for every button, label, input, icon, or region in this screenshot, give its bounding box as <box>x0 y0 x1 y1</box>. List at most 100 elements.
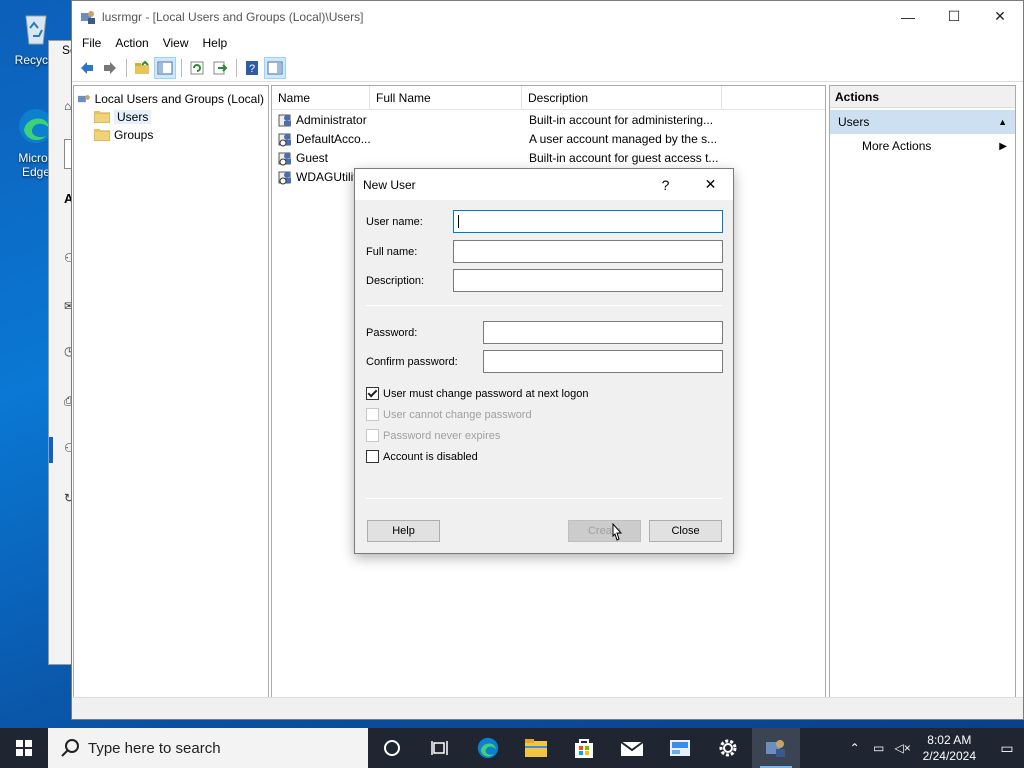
user-description: A user account managed by the s... <box>529 131 718 146</box>
context-help-button[interactable]: ? <box>643 177 688 193</box>
actions-section-label: Users <box>838 115 870 129</box>
list-row-guest[interactable]: Guest Built-in account for guest access … <box>272 148 825 167</box>
system-tray: ⌃ ▭ ◁× 8:02 AM 2/24/2024 ▭ <box>843 728 1024 768</box>
close-window-button[interactable]: ✕ <box>977 1 1023 32</box>
column-description[interactable]: Description <box>522 86 722 109</box>
file-explorer-button[interactable] <box>512 728 560 768</box>
notifications-icon[interactable]: ▭ <box>990 740 1024 757</box>
must-change-password-checkbox[interactable]: User must change password at next logon <box>366 387 588 400</box>
store-button[interactable] <box>560 728 608 768</box>
disabled-user-icon <box>278 152 291 165</box>
user-description: Built-in account for guest access t... <box>529 150 719 165</box>
menu-bar: File Action View Help <box>72 32 1023 54</box>
user-icon <box>278 114 291 126</box>
list-row-administrator[interactable]: Administrator Built-in account for admin… <box>272 110 825 129</box>
taskbar-search-box[interactable]: Type here to search <box>48 728 368 768</box>
console-tree: Local Users and Groups (Local) Users Gro… <box>73 85 269 698</box>
password-never-expires-checkbox[interactable]: Password never expires <box>366 429 500 442</box>
folder-icon <box>94 129 110 141</box>
dialog-close-icon[interactable]: ✕ <box>688 176 733 193</box>
settings-button[interactable] <box>704 728 752 768</box>
tree-root[interactable]: Local Users and Groups (Local) <box>78 90 264 108</box>
show-actions-button[interactable] <box>264 56 286 79</box>
help-dialog-button[interactable]: Help <box>367 520 440 542</box>
task-view-button[interactable] <box>416 728 464 768</box>
new-user-dialog[interactable]: New User ? ✕ User name: Full name: Descr… <box>354 168 734 554</box>
store-icon <box>575 739 593 758</box>
menu-view[interactable]: View <box>157 36 197 50</box>
close-dialog-button[interactable]: Close <box>649 520 722 542</box>
menu-help[interactable]: Help <box>197 36 236 50</box>
show-tree-icon <box>157 61 173 74</box>
status-bar <box>72 697 1023 719</box>
create-button[interactable]: Create <box>568 520 641 542</box>
menu-action[interactable]: Action <box>109 36 156 50</box>
search-placeholder: Type here to search <box>88 739 221 757</box>
settings-icon <box>719 739 737 757</box>
network-icon[interactable]: ▭ <box>867 741 891 755</box>
more-actions-label: More Actions <box>862 139 932 153</box>
dialog-title-bar[interactable]: New User ? ✕ <box>355 169 733 200</box>
svg-text:?: ? <box>249 63 255 75</box>
checkbox-label: User cannot change password <box>383 408 532 421</box>
up-folder-icon <box>135 60 149 74</box>
refresh-button[interactable] <box>186 57 208 79</box>
user-name: Administrator <box>296 112 367 127</box>
tree-item-users[interactable]: Users <box>78 108 264 126</box>
clock-time: 8:02 AM <box>927 733 972 747</box>
description-input[interactable] <box>453 269 723 292</box>
edge-icon <box>477 737 499 759</box>
show-tree-button[interactable] <box>154 56 176 79</box>
user-description: Built-in account for administering... <box>529 112 714 127</box>
actions-pane: Actions Users ▲ More Actions ▶ <box>829 85 1016 698</box>
list-row-defaultaccount[interactable]: DefaultAcco... A user account managed by… <box>272 129 825 148</box>
dialog-divider <box>366 498 722 499</box>
volume-muted-icon[interactable]: ◁× <box>891 741 915 755</box>
column-full-name[interactable]: Full Name <box>370 86 522 109</box>
server-manager-button[interactable] <box>656 728 704 768</box>
up-folder-button[interactable] <box>131 57 153 79</box>
cannot-change-password-checkbox[interactable]: User cannot change password <box>366 408 532 421</box>
more-actions-item[interactable]: More Actions ▶ <box>830 134 1015 158</box>
list-header: Name Full Name Description <box>272 86 825 110</box>
help-button[interactable]: ? <box>241 57 263 79</box>
confirm-password-label: Confirm password: <box>366 356 458 368</box>
password-input[interactable] <box>483 321 723 344</box>
maximize-button[interactable]: ☐ <box>931 1 977 32</box>
actions-section-users[interactable]: Users ▲ <box>830 110 1015 134</box>
confirm-password-input[interactable] <box>483 350 723 373</box>
fullname-input[interactable] <box>453 240 723 263</box>
toolbar-separator <box>181 58 182 77</box>
mail-button[interactable] <box>608 728 656 768</box>
checkbox-box <box>366 450 379 463</box>
forward-button[interactable] <box>99 57 121 79</box>
description-label: Description: <box>366 275 425 287</box>
search-icon <box>61 739 79 757</box>
export-icon <box>213 61 228 74</box>
account-disabled-checkbox[interactable]: Account is disabled <box>366 450 478 463</box>
window-title: lusrmgr - [Local Users and Groups (Local… <box>102 9 364 24</box>
edge-taskbar-button[interactable] <box>464 728 512 768</box>
column-name[interactable]: Name <box>272 86 370 109</box>
menu-file[interactable]: File <box>76 36 109 50</box>
file-explorer-icon <box>525 739 547 757</box>
title-bar[interactable]: lusrmgr - [Local Users and Groups (Local… <box>72 1 1023 32</box>
back-button[interactable] <box>76 57 98 79</box>
tray-chevron-up-icon[interactable]: ⌃ <box>843 741 867 755</box>
export-button[interactable] <box>209 57 231 79</box>
clock[interactable]: 8:02 AM 2/24/2024 <box>923 732 976 764</box>
username-input[interactable] <box>453 210 723 233</box>
lusrmgr-taskbar-button[interactable] <box>752 728 800 768</box>
cortana-button[interactable] <box>368 728 416 768</box>
toolbar-separator <box>236 58 237 77</box>
user-name: Guest <box>296 150 329 165</box>
minimize-button[interactable]: — <box>885 1 931 32</box>
collapse-up-icon: ▲ <box>998 117 1007 127</box>
computer-users-icon <box>78 95 90 103</box>
refresh-icon <box>190 61 204 74</box>
dialog-title: New User <box>363 177 416 192</box>
start-button[interactable] <box>0 728 48 768</box>
back-icon <box>81 61 93 74</box>
mouse-pointer-icon <box>612 523 623 541</box>
tree-item-groups[interactable]: Groups <box>78 126 264 144</box>
